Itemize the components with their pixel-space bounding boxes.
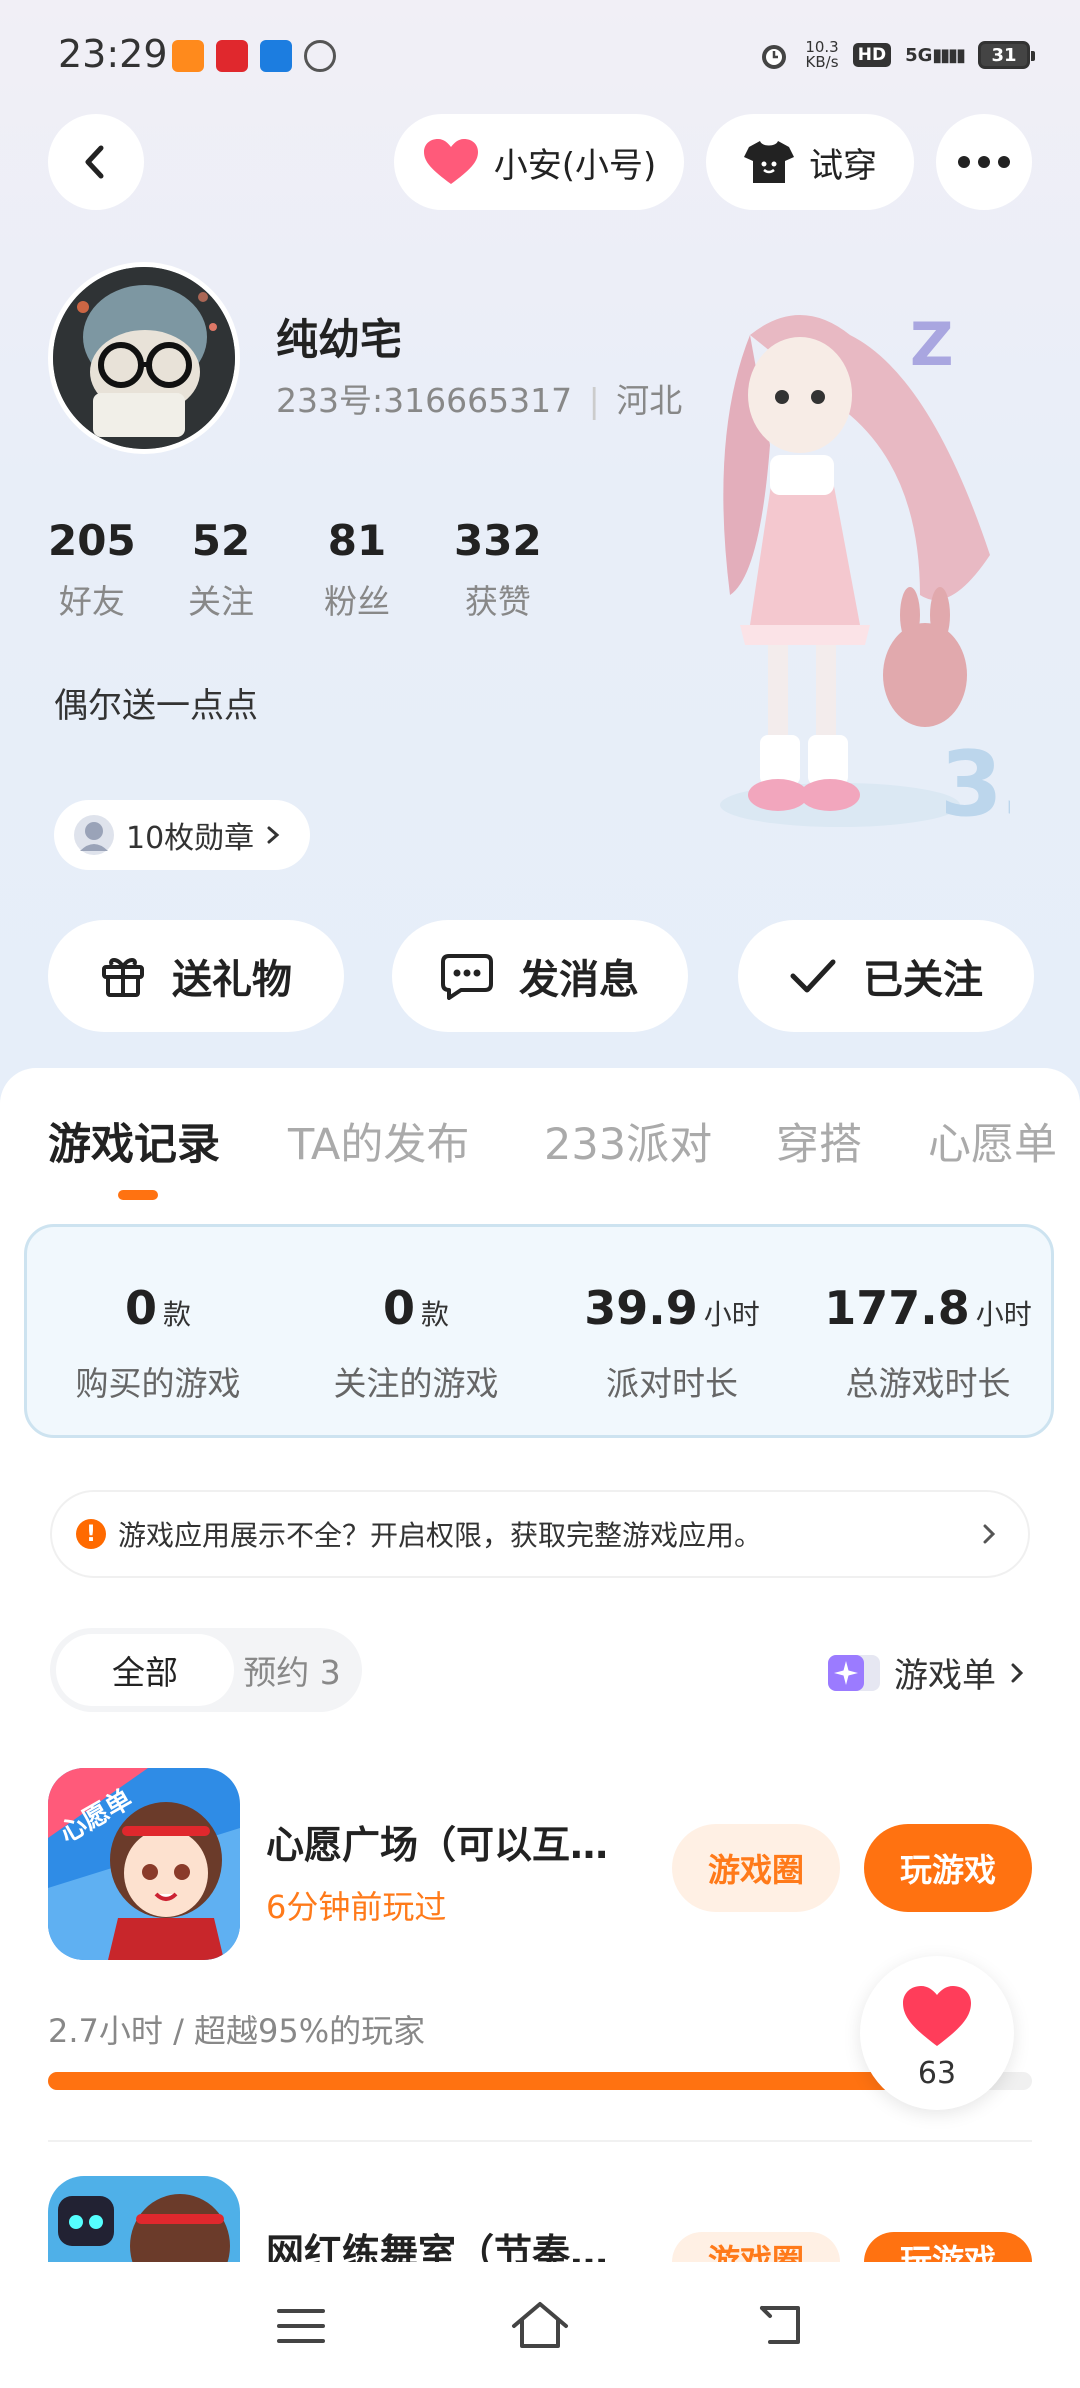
battery-icon: 31 <box>978 41 1035 69</box>
medal-avatar-icon <box>74 815 114 855</box>
try-on-label: 试穿 <box>809 145 877 186</box>
like-count: 63 <box>917 2056 957 2091</box>
status-time: 23:29 <box>58 32 168 76</box>
stat-fans[interactable]: 81 粉丝 <box>324 516 390 623</box>
chevron-right-icon <box>267 826 280 844</box>
summary-followed-games: 0款 关注的游戏 <box>333 1281 499 1403</box>
tab-wishlist[interactable]: 心愿单 <box>928 1110 1057 1172</box>
game-filter: 预约 3 全部 <box>50 1628 362 1712</box>
game-list-link[interactable]: 游戏单 <box>826 1648 1026 1697</box>
gift-icon <box>102 958 144 997</box>
like-float-button[interactable]: 63 <box>860 1956 1014 2110</box>
back-button[interactable] <box>48 114 144 210</box>
status-indicators: 10.3 KB/s HD 5G▮▮▮▮ 31 <box>757 38 1035 72</box>
permission-notice-text: 游戏应用展示不全？开启权限，获取完整游戏应用。 <box>118 1519 763 1552</box>
send-message-button[interactable]: 发消息 <box>392 920 688 1032</box>
game-icon-wish-plaza[interactable]: 心愿单 <box>48 1768 240 1960</box>
back-nav-icon[interactable] <box>754 2302 806 2348</box>
stat-friends[interactable]: 205 好友 <box>48 516 136 623</box>
app-notification-icon <box>304 40 336 72</box>
avatar[interactable] <box>48 262 240 454</box>
permission-notice[interactable]: ! 游戏应用展示不全？开启权限，获取完整游戏应用。 <box>50 1490 1030 1578</box>
summary-party-time: 39.9 小时 派对时长 <box>584 1281 760 1403</box>
tab-posts[interactable]: TA的发布 <box>288 1110 469 1172</box>
menu-icon[interactable] <box>276 2306 326 2346</box>
more-dots-icon <box>958 156 1010 168</box>
game-list-icon <box>828 1654 880 1691</box>
send-message-label: 发消息 <box>519 957 639 1003</box>
avatar-image <box>53 267 235 449</box>
avatar-character-image[interactable]: Z 33 <box>690 295 1010 875</box>
game-playtime: 2.7小时 / 超越95%的玩家 <box>48 2012 426 2050</box>
nickname: 纯幼宅 <box>276 315 403 364</box>
game-list-label: 游戏单 <box>894 1656 996 1696</box>
user-id-line: 233号:316665317 | 河北 <box>276 374 682 422</box>
heart-icon <box>423 139 478 184</box>
playtime-progress-fill <box>48 2072 983 2090</box>
sleep-z: Z <box>910 310 954 380</box>
back-arrow-icon <box>85 145 104 179</box>
app-notification-icon <box>260 40 292 72</box>
send-gift-button[interactable]: 送礼物 <box>48 920 344 1032</box>
medal-label: 10枚勋章 <box>126 821 255 856</box>
chat-bubble-icon <box>441 954 493 1000</box>
game-name[interactable]: 心愿广场（可以互… <box>266 1814 646 1869</box>
signal-icon: 5G▮▮▮▮ <box>905 44 966 66</box>
divider <box>48 2140 1032 2142</box>
separator: | <box>588 381 600 420</box>
more-button[interactable] <box>936 114 1032 210</box>
tab-game-records[interactable]: 游戏记录 <box>48 1110 220 1172</box>
check-icon <box>790 959 836 993</box>
app-notification-icon <box>172 40 204 72</box>
game-summary-card: 0款 购买的游戏 0款 关注的游戏 39.9 小时 派对时长 177.8 小时 总游… <box>24 1224 1054 1438</box>
user-id: 233号:316665317 <box>276 381 573 420</box>
play-game-button[interactable]: 玩游戏 <box>864 2232 1032 2262</box>
followed-button[interactable]: 已关注 <box>738 920 1034 1032</box>
account-switch-label: 小安(小号) <box>493 145 657 186</box>
chevron-right-icon <box>1011 1663 1024 1682</box>
region: 河北 <box>616 381 683 420</box>
hd-badge: HD <box>852 43 892 67</box>
active-tab-indicator <box>118 1190 158 1200</box>
game-circle-button[interactable]: 游戏圈 <box>672 1824 840 1912</box>
game-circle-button[interactable]: 游戏圈 <box>672 2232 840 2262</box>
game-cover-image <box>48 1768 240 1960</box>
system-navigation-bar <box>0 2262 1080 2388</box>
try-on-button[interactable]: 试穿 <box>706 114 914 210</box>
alarm-icon <box>762 45 787 69</box>
stat-likes[interactable]: 332 获赞 <box>454 516 542 623</box>
tshirt-icon <box>744 141 794 183</box>
app-notification-icon <box>216 40 248 72</box>
chevron-right-icon <box>983 1524 996 1544</box>
account-switch-button[interactable]: 小安(小号) <box>394 114 684 210</box>
decor-233-logo: 33 <box>940 732 1010 837</box>
warning-icon: ! <box>76 1519 106 1549</box>
filter-reserve[interactable]: 预约 3 <box>222 1628 362 1712</box>
tab-party[interactable]: 233派对 <box>544 1110 712 1172</box>
home-icon[interactable] <box>510 2300 570 2350</box>
network-speed: 10.3 KB/s <box>805 38 839 71</box>
status-bar: 23:29 10.3 KB/s HD 5G▮▮▮▮ 31 <box>0 0 1080 110</box>
send-gift-label: 送礼物 <box>172 957 292 1003</box>
game-icon-dance-studio[interactable] <box>48 2176 240 2262</box>
summary-total-time: 177.8 小时 总游戏时长 <box>824 1281 1032 1403</box>
filter-all[interactable]: 全部 <box>56 1634 234 1706</box>
game-last-played: 6分钟前玩过 <box>266 1888 447 1926</box>
play-game-button[interactable]: 玩游戏 <box>864 1824 1032 1912</box>
stat-following[interactable]: 52 关注 <box>188 516 254 623</box>
game-cover-image <box>48 2176 240 2262</box>
tab-outfits[interactable]: 穿搭 <box>776 1110 862 1172</box>
bio: 偶尔送一点点 <box>54 686 258 726</box>
medal-button[interactable]: 10枚勋章 <box>54 800 311 870</box>
followed-label: 已关注 <box>863 957 983 1003</box>
heart-icon <box>903 1986 971 2046</box>
summary-purchased: 0款 购买的游戏 <box>75 1281 241 1403</box>
